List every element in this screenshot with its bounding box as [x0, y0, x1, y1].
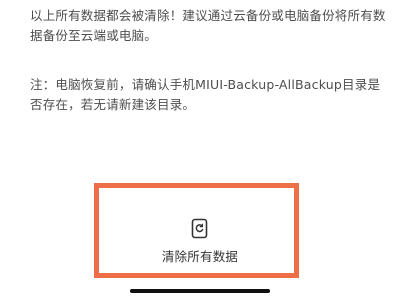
- erase-all-data-label: 清除所有数据: [161, 249, 239, 264]
- note-text: 注：电脑恢复前，请确认手机MIUI-Backup-AllBackup目录是否存在…: [30, 77, 381, 112]
- erase-all-data-button[interactable]: 清除所有数据: [120, 214, 280, 270]
- phone-reset-icon: [191, 218, 208, 239]
- warning-text: 以上所有数据都会被清除！建议通过云备份或电脑备份将所有数据备份至云端或电脑。: [30, 8, 386, 43]
- home-indicator[interactable]: [130, 289, 270, 293]
